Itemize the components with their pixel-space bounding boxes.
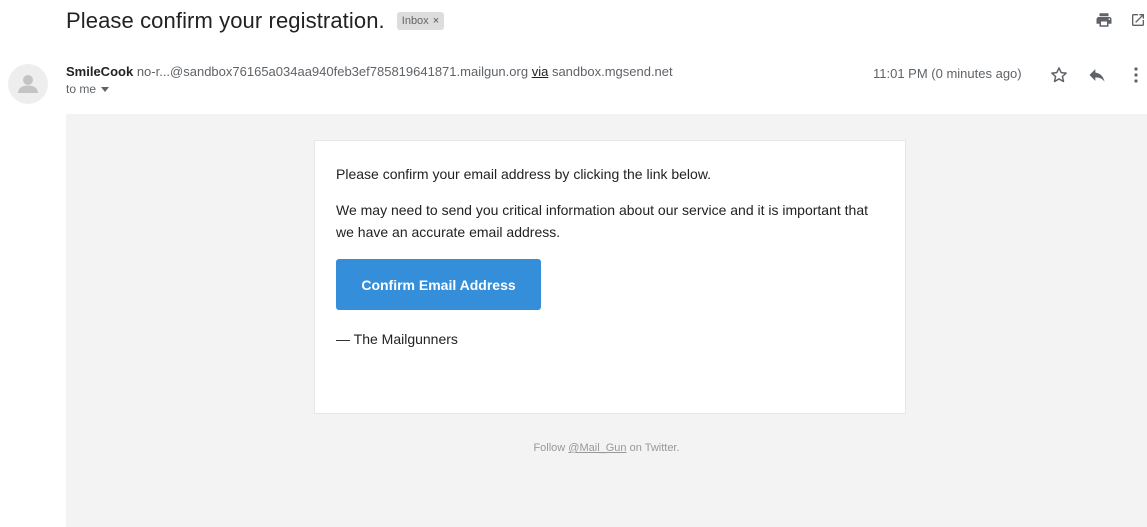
message-card: Please confirm your email address by cli… xyxy=(314,140,906,414)
signoff: — The Mailgunners xyxy=(336,331,458,347)
intro-paragraph: Please confirm your email address by cli… xyxy=(336,166,712,182)
twitter-handle-link[interactable]: @Mail_Gun xyxy=(568,442,626,454)
inbox-label-text: Inbox xyxy=(401,15,429,27)
email-subject: Please confirm your registration. xyxy=(66,8,385,33)
footer-line: Follow @Mail_Gun on Twitter. xyxy=(66,442,1147,454)
avatar-icon[interactable] xyxy=(8,64,48,104)
footer-prefix: Follow xyxy=(533,442,566,454)
inbox-label-chip[interactable]: Inbox × xyxy=(396,12,445,30)
message-body: Please confirm your email address by cli… xyxy=(66,114,1147,527)
star-icon[interactable] xyxy=(1048,64,1070,86)
footer-suffix: on Twitter. xyxy=(629,442,680,454)
explanation-paragraph: We may need to send you critical informa… xyxy=(336,202,869,240)
sender-name[interactable]: SmileCook xyxy=(66,64,133,79)
via-link[interactable]: via xyxy=(532,64,549,79)
sender-line: SmileCook no-r...@sandbox76165a034aa940f… xyxy=(66,64,673,79)
sender-address[interactable]: no-r...@sandbox76165a034aa940feb3ef78581… xyxy=(137,64,528,79)
recipient-label: to me xyxy=(66,82,97,96)
more-vertical-icon[interactable] xyxy=(1125,64,1147,86)
reply-icon[interactable] xyxy=(1086,64,1108,86)
recipient-details-toggle[interactable]: to me xyxy=(66,82,110,96)
print-icon[interactable] xyxy=(1094,10,1114,30)
via-domain: sandbox.mgsend.net xyxy=(551,64,673,79)
caret-down-icon xyxy=(101,86,110,92)
subject-row: Please confirm your registration. Inbox … xyxy=(66,4,445,38)
remove-label-icon[interactable]: × xyxy=(433,15,439,27)
timestamp: 11:01 PM (0 minutes ago) xyxy=(873,66,1022,81)
confirm-email-button[interactable]: Confirm Email Address xyxy=(336,259,541,310)
open-in-new-window-icon[interactable] xyxy=(1128,10,1147,30)
